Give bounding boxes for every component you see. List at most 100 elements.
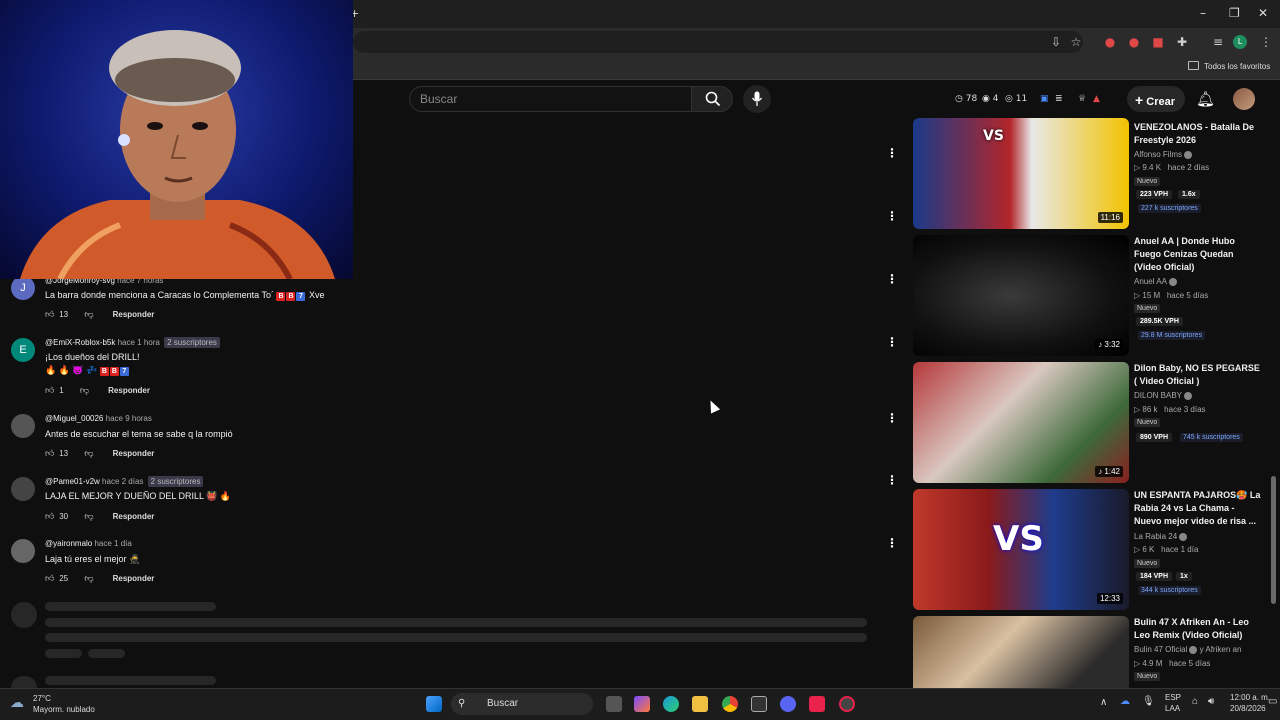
clock-date[interactable]: 20/8/2026 <box>1230 704 1266 713</box>
subscribers-badge: 745 k suscriptores <box>1180 433 1243 442</box>
dislike-icon[interactable]: 👎︎ <box>84 512 96 522</box>
profile-avatar-icon[interactable]: L <box>1233 35 1247 49</box>
comment-author[interactable]: @Pame01-v2w <box>45 477 100 486</box>
video-title[interactable]: Bulin 47 X Afriken An - Leo Leo Remix (V… <box>1134 616 1262 642</box>
volume-icon[interactable]: 🔊︎ <box>1208 696 1214 707</box>
address-bar[interactable] <box>353 31 1083 53</box>
tiktok-icon[interactable] <box>809 696 825 712</box>
comment-time[interactable]: hace 1 día <box>94 539 131 548</box>
task-view-icon[interactable] <box>606 696 622 712</box>
trophy-icon[interactable]: ♕ <box>1078 94 1086 104</box>
video-channel[interactable]: La Rabia 24 <box>1134 532 1188 541</box>
mic-tray-icon[interactable]: 🎙︎ <box>1142 696 1155 707</box>
bookmark-star-icon[interactable]: ☆ <box>1068 34 1084 50</box>
weather-temp[interactable]: 27°C <box>33 694 51 703</box>
chrome-icon[interactable] <box>722 696 738 712</box>
video-title[interactable]: Dilon Baby, NO ES PEGARSE ( Video Oficia… <box>1134 362 1262 388</box>
dislike-icon[interactable]: 👎︎ <box>80 386 92 396</box>
reply-button[interactable]: Responder <box>113 574 155 583</box>
comment-avatar[interactable]: E <box>11 338 35 362</box>
weather-icon[interactable]: ☁ <box>10 694 24 711</box>
video-thumbnail[interactable]: VS 12:33 <box>913 489 1129 610</box>
like-icon[interactable]: 👍︎ <box>45 449 57 459</box>
more-options-icon[interactable]: ⋮ <box>886 411 898 425</box>
reply-button[interactable]: Responder <box>108 386 150 395</box>
comment-avatar[interactable]: J <box>11 276 35 300</box>
comment-time[interactable]: hace 1 hora <box>118 338 160 347</box>
reply-button[interactable]: Responder <box>113 449 155 458</box>
voice-search-button[interactable] <box>743 85 771 113</box>
like-icon[interactable]: 👍︎ <box>45 386 57 396</box>
discord-icon[interactable] <box>780 696 796 712</box>
video-title[interactable]: VENEZOLANOS - Batalla De Freestyle 2026 <box>1134 121 1262 147</box>
extensions-puzzle-icon[interactable]: ✚ <box>1174 34 1190 50</box>
more-options-icon[interactable]: ⋮ <box>886 473 898 487</box>
taskbar-search[interactable]: Buscar <box>451 693 593 715</box>
language-bottom[interactable]: LAA <box>1165 704 1180 713</box>
comment-time[interactable]: hace 2 días <box>102 477 143 486</box>
comment-avatar[interactable] <box>11 477 35 501</box>
close-window-button[interactable]: ✕ <box>1258 6 1268 20</box>
menu-kebab-icon[interactable]: ⋮ <box>1258 34 1274 50</box>
file-explorer-icon[interactable] <box>692 696 708 712</box>
onedrive-icon[interactable]: ☁ <box>1120 696 1130 707</box>
media-controls-icon[interactable]: ≡ <box>1210 34 1226 50</box>
extension-blue-icon[interactable]: ▣ <box>1040 94 1049 104</box>
comment-author[interactable]: @yaironmalo <box>45 539 92 548</box>
dislike-icon[interactable]: 👎︎ <box>84 310 96 320</box>
minimize-button[interactable]: – <box>1200 6 1206 20</box>
comment-time[interactable]: hace 9 horas <box>106 414 152 423</box>
video-channel[interactable]: Bulin 47 Oficial y Afriken an <box>1134 645 1241 654</box>
video-channel[interactable]: DILON BABY <box>1134 391 1193 400</box>
bell-icon[interactable]: 🔔︎ <box>1196 90 1215 108</box>
more-options-icon[interactable]: ⋮ <box>886 146 898 160</box>
comment-author[interactable]: @Miguel_00026 <box>45 414 103 423</box>
search-input[interactable]: Buscar <box>409 86 692 112</box>
comment-author[interactable]: @EmiX-Roblox-b5k <box>45 338 115 347</box>
account-avatar[interactable] <box>1233 88 1255 110</box>
edge-icon[interactable] <box>663 696 679 712</box>
comment-avatar[interactable] <box>11 414 35 438</box>
extension-icon[interactable]: ● <box>1102 34 1118 50</box>
video-channel[interactable]: Anuel AA <box>1134 277 1177 286</box>
dislike-icon[interactable]: 👎︎ <box>84 574 96 584</box>
video-title[interactable]: UN ESPANTA PAJAROS🥵 La Rabia 24 vs La Ch… <box>1134 489 1262 528</box>
alert-icon[interactable]: ▲ <box>1093 94 1100 104</box>
like-icon[interactable]: 👍︎ <box>45 310 57 320</box>
video-thumbnail[interactable]: ♪ 3:32 <box>913 235 1129 356</box>
clock-time[interactable]: 12:00 a. m. <box>1230 693 1270 702</box>
search-button[interactable] <box>691 86 733 112</box>
reply-button[interactable]: Responder <box>113 310 155 319</box>
more-options-icon[interactable]: ⋮ <box>886 335 898 349</box>
copilot-icon[interactable] <box>634 696 650 712</box>
capcut-icon[interactable] <box>751 696 767 712</box>
weather-desc[interactable]: Mayorm. nublado <box>33 705 95 714</box>
dislike-icon[interactable]: 👎︎ <box>84 449 96 459</box>
video-thumbnail[interactable] <box>913 616 1129 688</box>
extension-icon[interactable]: ● <box>1126 34 1142 50</box>
obs-icon[interactable] <box>839 696 855 712</box>
like-icon[interactable]: 👍︎ <box>45 512 57 522</box>
extension-icon[interactable]: ■ <box>1150 34 1166 50</box>
video-channel[interactable]: Alfonso Films <box>1134 150 1193 159</box>
notifications-icon[interactable]: ▭ <box>1268 696 1277 707</box>
tray-chevron-icon[interactable]: ∧ <box>1100 697 1107 708</box>
comment-avatar[interactable] <box>11 539 35 563</box>
maximize-button[interactable]: ❐ <box>1229 6 1240 20</box>
more-options-icon[interactable]: ⋮ <box>886 272 898 286</box>
like-icon[interactable]: 👍︎ <box>45 574 57 584</box>
reply-button[interactable]: Responder <box>113 512 155 521</box>
video-thumbnail[interactable]: VS 11:16 <box>913 118 1129 229</box>
video-thumbnail[interactable]: ♪ 1:42 <box>913 362 1129 483</box>
language-top[interactable]: ESP <box>1165 693 1181 702</box>
list-icon[interactable]: ≣ <box>1055 94 1063 104</box>
more-options-icon[interactable]: ⋮ <box>886 536 898 550</box>
video-title[interactable]: Anuel AA | Donde Hubo Fuego Cenizas Qued… <box>1134 235 1262 274</box>
sidebar-scrollbar[interactable] <box>1271 476 1276 604</box>
install-app-icon[interactable]: ⇩ <box>1048 34 1064 50</box>
all-bookmarks-link[interactable]: Todos los favoritos <box>1204 62 1270 71</box>
create-button[interactable]: + Crear <box>1127 86 1185 112</box>
more-options-icon[interactable]: ⋮ <box>886 209 898 223</box>
start-windows-icon[interactable] <box>426 696 442 712</box>
network-icon[interactable]: ⌂ <box>1192 696 1198 707</box>
